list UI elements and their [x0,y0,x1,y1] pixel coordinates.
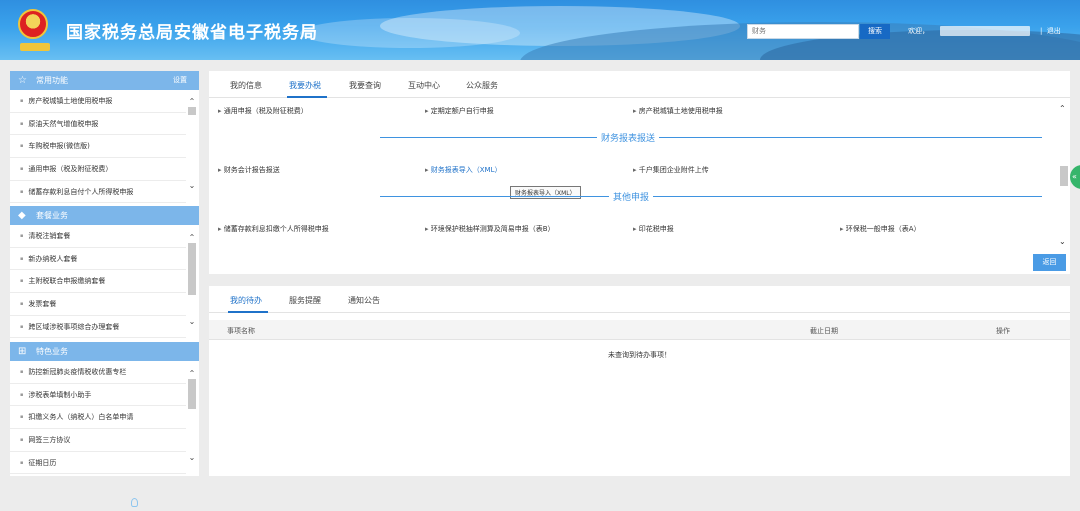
tax-emblem-banner [20,43,50,51]
tab-notice[interactable]: 通知公告 [348,295,380,306]
column-item-name: 事项名称 [227,327,255,335]
tab-interaction[interactable]: 互动中心 [408,80,440,91]
option-fixed-quota-declaration[interactable]: 定期定额户自行申报 [425,106,494,116]
section-title-financial-report: 财务报表报送 [597,131,660,144]
star-icon: ☆ [18,75,27,86]
username-redacted [940,26,1030,36]
scroll-down-icon[interactable]: ⌄ [187,181,197,191]
scroll-down-icon[interactable]: ⌄ [187,453,197,463]
logout-label: 退出 [1046,27,1061,35]
header-divider: | [1040,27,1043,35]
scroll-up-icon[interactable]: ⌃ [187,233,197,243]
special-list-scrollbar[interactable]: ⌃ ⌄ [187,369,197,473]
search-button[interactable]: 搜索 [860,24,890,39]
site-title: 国家税务总局安徽省电子税务局 [66,23,318,43]
welcome-text: 欢迎， [908,27,929,35]
tab-service-reminder[interactable]: 服务提醒 [289,295,321,306]
common-functions-list: 房产税城镇土地使用税申报 原油天然气增值税申报 车购税申报(微信版) 通用申报（… [10,90,199,204]
tab-query[interactable]: 我要查询 [349,80,381,91]
option-accounting-report[interactable]: 财务会计报告报送 [218,165,280,175]
column-deadline: 截止日期 [810,327,838,335]
sidebar-item[interactable]: 主附税联合申报缴纳套餐 [10,270,186,294]
sidebar-item[interactable]: 防控新冠肺炎疫情税收优惠专栏 [10,361,186,384]
todo-panel: 我的待办 服务提醒 通知公告 事项名称 截止日期 操作 未查询到待办事项！ [209,286,1070,476]
sidebar-item[interactable]: 原油天然气增值税申报 [10,113,186,136]
scroll-thumb[interactable] [1060,166,1068,186]
package-icon: ◆ [18,210,26,221]
todo-tabs: 我的待办 服务提醒 通知公告 [209,286,1070,313]
sidebar-item[interactable]: 跨区域涉税事项综合办理套餐 [10,316,186,339]
scroll-thumb[interactable] [188,379,196,409]
scroll-down-icon[interactable]: ⌄ [1059,237,1066,246]
empty-todo-message: 未查询到待办事项！ [608,351,671,359]
sidebar-item[interactable]: 征期日历 [10,452,186,475]
section-divider [380,196,1042,197]
common-functions-header: ☆ 常用功能 设置 [10,71,199,90]
sidebar-item[interactable]: 涉税表单填制小助手 [10,384,186,407]
sidebar-item[interactable]: 车购税申报(微信版) [10,135,186,159]
sidebar-item[interactable]: 扣缴义务人（纳税人）白名单申请 [10,406,186,430]
option-environment-tax-general[interactable]: 环保税一般申报（表A） [840,224,921,234]
option-stamp-tax[interactable]: 印花税申报 [633,224,674,234]
tooltip: 财务报表导入（XML） [510,186,581,199]
sidebar: ☆ 常用功能 设置 房产税城镇土地使用税申报 原油天然气增值税申报 车购税申报(… [10,71,199,476]
tab-my-todo[interactable]: 我的待办 [230,295,262,306]
search-input[interactable] [747,24,859,39]
active-tab-underline [287,96,327,98]
package-list-scrollbar[interactable]: ⌃ ⌄ [187,233,197,337]
option-property-tax-declaration[interactable]: 房产税城镇土地使用税申报 [633,106,723,116]
tax-emblem-icon [18,9,48,39]
settings-link[interactable]: 设置 [173,71,187,90]
sidebar-item[interactable]: 新办纳税人套餐 [10,248,186,271]
common-list-scrollbar[interactable]: ⌃ ⌄ [187,97,197,201]
tab-handle-tax[interactable]: 我要办税 [289,80,321,91]
scroll-thumb[interactable] [188,107,196,115]
lightbulb-icon [131,498,138,507]
special-business-list: 防控新冠肺炎疫情税收优惠专栏 涉税表单填制小助手 扣缴义务人（纳税人）白名单申请… [10,361,199,475]
section-title-other-declaration: 其他申报 [609,190,654,203]
back-button[interactable]: 返回 [1033,254,1066,271]
main-tabs: 我的信息 我要办税 我要查询 互动中心 公众服务 [209,71,1070,98]
package-business-header: ◆ 套餐业务 [10,206,199,225]
grid-icon: ⊞ [18,346,27,357]
package-business-title: 套餐业务 [36,211,68,220]
todo-table-header: 事项名称 截止日期 操作 [209,320,1070,340]
tab-my-info[interactable]: 我的信息 [230,80,262,91]
tab-public-service[interactable]: 公众服务 [466,80,498,91]
scroll-thumb[interactable] [188,243,196,295]
section-divider [380,137,1042,138]
sidebar-item[interactable]: 房产税城镇土地使用税申报 [10,90,186,113]
sidebar-item[interactable]: 通用申报（税及附征税费） [10,158,186,181]
logout-link[interactable]: | 退出 [1040,26,1061,36]
option-interest-income-tax[interactable]: 储蓄存款利息扣缴个人所得税申报 [218,224,329,234]
package-business-list: 清税注销套餐 新办纳税人套餐 主附税联合申报缴纳套餐 发票套餐 跨区域涉税事项综… [10,225,199,339]
common-functions-title: 常用功能 [36,76,68,85]
sidebar-item[interactable]: 网签三方协议 [10,429,186,452]
header-banner: 国家税务总局安徽省电子税务局 搜索 欢迎， | 退出 [0,0,1080,60]
special-business-header: ⊞ 特色业务 [10,342,199,361]
option-general-declaration[interactable]: 通用申报（税及附征税费） [218,106,308,116]
column-action: 操作 [996,327,1010,335]
sidebar-item[interactable]: 储蓄存款利息自付个人所得税申报 [10,181,186,204]
scroll-down-icon[interactable]: ⌄ [187,317,197,327]
sidebar-item[interactable]: 清税注销套餐 [10,225,186,248]
active-tab-underline [228,311,268,313]
option-group-attachment-upload[interactable]: 千户集团企业附件上传 [633,165,709,175]
sidebar-item[interactable]: 发票套餐 [10,293,186,316]
scroll-up-icon[interactable]: ⌃ [1059,104,1066,113]
option-environment-tax-simple[interactable]: 环境保护税抽样测算及简易申报（表B） [425,224,555,234]
scroll-up-icon[interactable]: ⌃ [187,97,197,107]
special-business-title: 特色业务 [36,347,68,356]
scroll-up-icon[interactable]: ⌃ [187,369,197,379]
side-expand-icon[interactable]: « [1070,165,1080,189]
option-financial-report-import[interactable]: 财务报表导入（XML） [425,165,502,175]
options-scrollbar[interactable]: ⌃ ⌄ [1058,100,1070,248]
